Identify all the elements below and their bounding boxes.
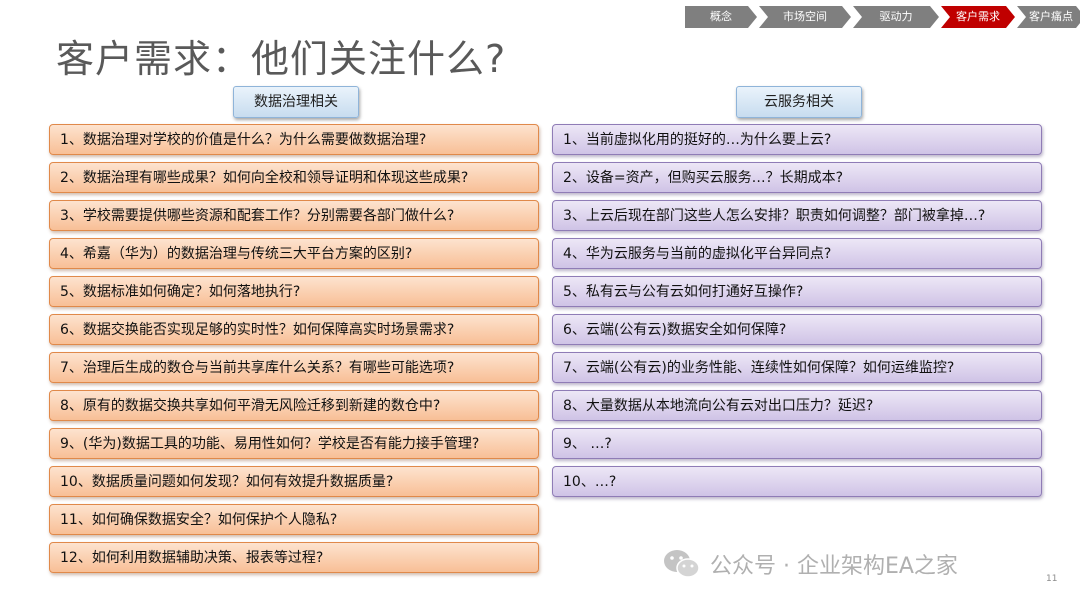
cloud-services-question-list: 1、当前虚拟化用的挺好的…为什么要上云? 2、设备=资产，但购买云服务…？长期成…	[552, 124, 1042, 504]
question-item: 1、数据治理对学校的价值是什么？为什么需要做数据治理?	[49, 124, 539, 155]
data-governance-question-list: 1、数据治理对学校的价值是什么？为什么需要做数据治理? 2、数据治理有哪些成果？…	[49, 124, 539, 580]
question-item: 2、数据治理有哪些成果？如何向全校和领导证明和体现这些成果?	[49, 162, 539, 193]
question-item: 1、当前虚拟化用的挺好的…为什么要上云?	[552, 124, 1042, 155]
watermark-text: 公众号 · 企业架构EA之家	[710, 554, 958, 579]
question-item: 9、(华为)数据工具的功能、易用性如何？学校是否有能力接手管理?	[49, 428, 539, 459]
question-item: 12、如何利用数据辅助决策、报表等过程?	[49, 542, 539, 573]
breadcrumb-item-customer-needs[interactable]: 客户需求	[941, 6, 1015, 28]
question-item: 5、私有云与公有云如何打通好互操作?	[552, 276, 1042, 307]
question-item: 5、数据标准如何确定？如何落地执行?	[49, 276, 539, 307]
question-item: 6、云端(公有云)数据安全如何保障?	[552, 314, 1042, 345]
question-item: 3、学校需要提供哪些资源和配套工作？分别需要各部门做什么?	[49, 200, 539, 231]
watermark: 公众号 · 企业架构EA之家	[662, 548, 958, 580]
question-item: 9、 …?	[552, 428, 1042, 459]
page-title: 客户需求：他们关注什么?	[56, 37, 507, 81]
page-number: 11	[1046, 574, 1058, 584]
breadcrumb-item-market-space[interactable]: 市场空间	[759, 6, 851, 28]
breadcrumb-item-concept[interactable]: 概念	[685, 6, 757, 28]
section-header-cloud-services: 云服务相关	[736, 86, 862, 118]
slide: 概念 市场空间 驱动力 客户需求 客户痛点 客户需求：他们关注什么? 数据治理相…	[0, 0, 1080, 608]
question-item: 3、上云后现在部门这些人怎么安排？职责如何调整？部门被拿掉…?	[552, 200, 1042, 231]
question-item: 8、原有的数据交换共享如何平滑无风险迁移到新建的数仓中?	[49, 390, 539, 421]
question-item: 11、如何确保数据安全？如何保护个人隐私?	[49, 504, 539, 535]
wechat-icon	[664, 550, 700, 578]
section-header-data-governance: 数据治理相关	[233, 86, 359, 118]
question-item: 2、设备=资产，但购买云服务…？长期成本?	[552, 162, 1042, 193]
question-item: 8、大量数据从本地流向公有云对出口压力？延迟?	[552, 390, 1042, 421]
question-item: 7、治理后生成的数仓与当前共享库什么关系？有哪些可能选项?	[49, 352, 539, 383]
breadcrumb-item-driving-force[interactable]: 驱动力	[853, 6, 939, 28]
question-item: 4、希嘉（华为）的数据治理与传统三大平台方案的区别?	[49, 238, 539, 269]
question-item: 10、…?	[552, 466, 1042, 497]
question-item: 7、云端(公有云)的业务性能、连续性如何保障？如何运维监控?	[552, 352, 1042, 383]
breadcrumb-item-customer-pain-points[interactable]: 客户痛点	[1017, 6, 1080, 28]
question-item: 6、数据交换能否实现足够的实时性？如何保障高实时场景需求?	[49, 314, 539, 345]
question-item: 4、华为云服务与当前的虚拟化平台异同点?	[552, 238, 1042, 269]
breadcrumb: 概念 市场空间 驱动力 客户需求 客户痛点	[685, 6, 1080, 28]
question-item: 10、数据质量问题如何发现？如何有效提升数据质量?	[49, 466, 539, 497]
